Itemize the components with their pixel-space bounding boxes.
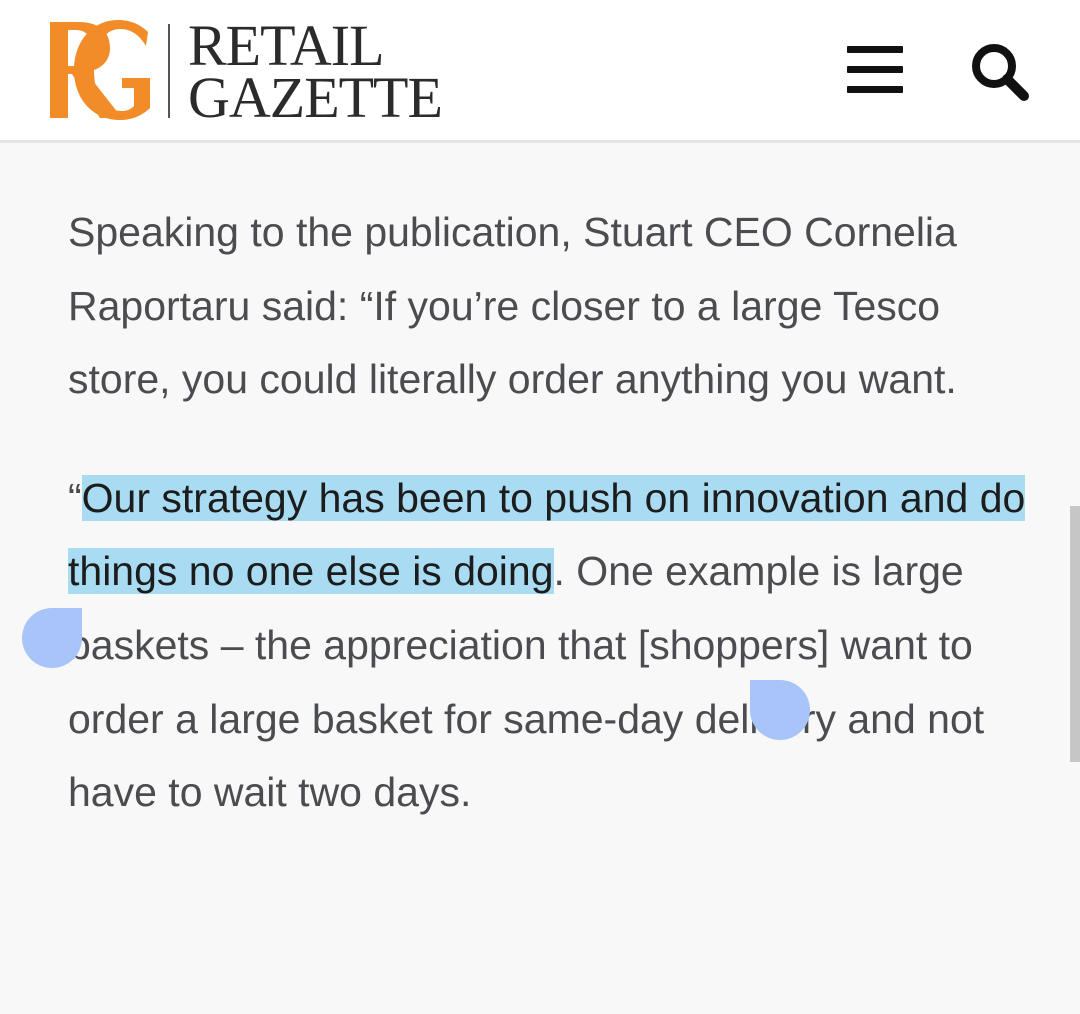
search-button[interactable] [968, 40, 1032, 104]
selection-start-handle[interactable] [22, 608, 82, 668]
article-paragraph-2: “Our strategy has been to push on innova… [68, 462, 1028, 830]
scrollbar-thumb[interactable] [1070, 506, 1080, 762]
site-header: RETAIL GAZETTE [0, 0, 1080, 143]
selection-end-handle[interactable] [750, 680, 810, 740]
menu-button[interactable] [845, 46, 905, 96]
rg-monogram-logo [50, 20, 150, 120]
article-body: Speaking to the publication, Stuart CEO … [68, 196, 1028, 830]
open-quote: “ [68, 474, 82, 521]
logo-divider [168, 24, 170, 118]
search-icon [972, 44, 1029, 101]
retail-gazette-logo[interactable]: RETAIL GAZETTE [44, 17, 454, 130]
logo-line-2: GAZETTE [188, 65, 443, 130]
article-paragraph-1: Speaking to the publication, Stuart CEO … [68, 209, 957, 403]
logo-wordmark: RETAIL GAZETTE [188, 17, 443, 130]
